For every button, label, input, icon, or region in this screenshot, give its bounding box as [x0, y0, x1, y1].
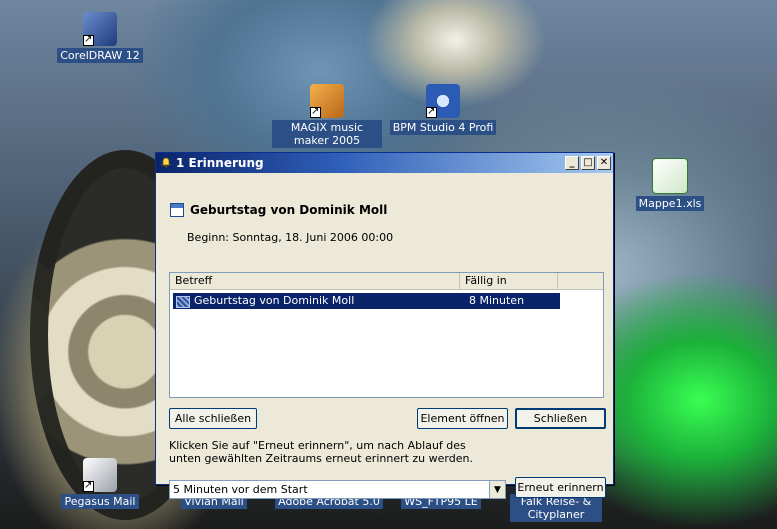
reminder-dialog: 1 Erinnerung _ □ ✕ Geburtstag von Domini…	[155, 152, 614, 499]
close-all-button[interactable]: Alle schließen	[169, 408, 257, 429]
desktop-icon-excel[interactable]: Mappe1.xls	[615, 158, 725, 211]
window-controls: _ □ ✕	[565, 156, 611, 170]
appointment-icon	[176, 296, 190, 308]
reminder-subject-row: Geburtstag von Dominik Moll	[170, 203, 387, 217]
snooze-select-value: 5 Minuten vor dem Start	[173, 483, 308, 496]
calendar-icon	[170, 203, 184, 217]
magix-icon	[310, 84, 344, 118]
shortcut-arrow-icon	[310, 106, 321, 118]
row-subject: Geburtstag von Dominik Moll	[194, 294, 355, 307]
chevron-down-icon[interactable]: ▼	[489, 481, 505, 498]
snooze-instruction: Klicken Sie auf "Erneut erinnern", um na…	[169, 439, 473, 465]
reminder-list[interactable]: Betreff Fällig in Geburtstag von Dominik…	[169, 272, 604, 398]
table-row[interactable]: Geburtstag von Dominik Moll 8 Minuten	[173, 293, 560, 309]
snooze-button[interactable]: Erneut erinnern	[515, 477, 606, 498]
maximize-button[interactable]: □	[581, 156, 595, 170]
row-due: 8 Minuten	[469, 294, 525, 307]
bpm-studio-icon	[426, 84, 460, 118]
column-header-faellig[interactable]: Fällig in	[460, 273, 558, 289]
close-window-button[interactable]: ✕	[597, 156, 611, 170]
bell-icon	[161, 157, 171, 168]
reminder-begin: Beginn: Sonntag, 18. Juni 2006 00:00	[187, 231, 394, 244]
desktop-icon-label: CorelDRAW 12	[57, 48, 143, 63]
desktop-icon-label: Pegasus Mail	[61, 494, 139, 509]
open-item-button[interactable]: Element öffnen	[417, 408, 508, 429]
shortcut-arrow-icon	[83, 480, 94, 492]
shortcut-arrow-icon	[83, 34, 94, 46]
desktop-icon-label: Mappe1.xls	[635, 196, 705, 211]
desktop-icon-bpm-studio[interactable]: BPM Studio 4 Profi	[388, 84, 498, 135]
pegasus-icon	[83, 458, 117, 492]
minimize-button[interactable]: _	[565, 156, 579, 170]
dialog-titlebar[interactable]: 1 Erinnerung _ □ ✕	[156, 153, 613, 173]
desktop-icon-label: BPM Studio 4 Profi	[389, 120, 497, 135]
excel-icon	[652, 158, 688, 194]
close-button[interactable]: Schließen	[515, 408, 606, 429]
desktop-background: CorelDRAW 12 MAGIX music maker 2005 BPM …	[0, 0, 777, 529]
desktop-icon-coreldraw[interactable]: CorelDRAW 12	[45, 12, 155, 63]
row-subject-cell: Geburtstag von Dominik Moll	[173, 293, 463, 309]
column-header-betreff[interactable]: Betreff	[170, 273, 460, 289]
desktop-icon-label: Falk Reise- & Cityplaner	[510, 494, 602, 522]
coreldraw-icon	[83, 12, 117, 46]
snooze-select[interactable]: 5 Minuten vor dem Start ▼	[169, 480, 506, 499]
dialog-title: 1 Erinnerung	[176, 156, 264, 170]
desktop-icon-pegasus[interactable]: Pegasus Mail	[45, 458, 155, 509]
reminder-subject: Geburtstag von Dominik Moll	[190, 203, 388, 217]
shortcut-arrow-icon	[426, 106, 437, 118]
desktop-icon-label: MAGIX music maker 2005	[272, 120, 382, 148]
column-header-empty	[558, 273, 603, 289]
list-header: Betreff Fällig in	[170, 273, 603, 290]
desktop-icon-magix[interactable]: MAGIX music maker 2005	[272, 84, 382, 148]
